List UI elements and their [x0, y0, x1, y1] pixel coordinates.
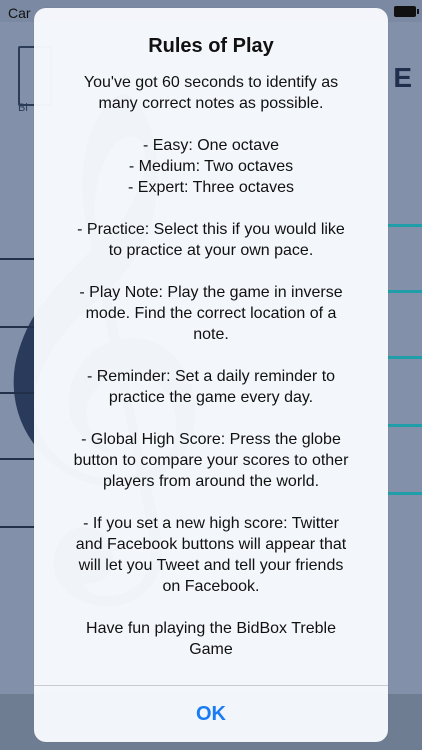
staff-line — [382, 356, 422, 359]
message-line: - Easy: One octave — [142, 137, 280, 154]
message-line: players from around the world. — [102, 473, 320, 490]
staff-line-dark — [0, 326, 36, 328]
ok-button[interactable]: OK — [34, 686, 388, 742]
staff-line-dark — [0, 258, 36, 260]
dialog-footer: OK — [34, 685, 388, 742]
message-line: - Play Note: Play the game in inverse — [79, 284, 343, 301]
staff-line — [382, 224, 422, 227]
staff-line-dark — [0, 458, 36, 460]
message-line: many correct notes as possible. — [98, 95, 324, 112]
carrier-label: Car — [8, 5, 31, 21]
message-line: Have fun playing the BidBox Treble — [86, 620, 336, 637]
message-line: mode. Find the correct location of a — [85, 305, 337, 322]
dialog-message: You've got 60 seconds to identify as many… — [48, 72, 374, 660]
message-line: Game — [189, 641, 233, 658]
battery-icon — [394, 6, 419, 17]
message-line: to practice at your own pace. — [108, 242, 314, 259]
message-line: - If you set a new high score: Twitter — [83, 515, 339, 532]
rules-alert-dialog: Rules of Play You've got 60 seconds to i… — [34, 8, 388, 742]
message-line: button to compare your scores to other — [73, 452, 349, 469]
staff-line — [382, 290, 422, 293]
message-line: - Medium: Two octaves — [128, 158, 294, 175]
staff-line — [382, 424, 422, 427]
message-line: - Reminder: Set a daily reminder to — [86, 368, 336, 385]
staff-line — [382, 492, 422, 495]
message-line: will let you Tweet and tell your friends — [78, 557, 344, 574]
message-line: on Facebook. — [162, 578, 260, 595]
message-line: practice the game every day. — [108, 389, 314, 406]
message-line: and Facebook buttons will appear that — [75, 536, 347, 553]
staff-line-dark — [0, 526, 36, 528]
message-line: note. — [193, 326, 229, 343]
message-line: - Practice: Select this if you would lik… — [77, 221, 345, 238]
message-line: You've got 60 seconds to identify as — [83, 74, 339, 91]
app-title-fragment: E — [393, 62, 412, 93]
staff-line-dark — [0, 392, 36, 394]
dialog-title: Rules of Play — [148, 35, 274, 57]
message-line: - Global High Score: Press the globe — [81, 431, 341, 448]
message-line: - Expert: Three octaves — [128, 179, 294, 196]
